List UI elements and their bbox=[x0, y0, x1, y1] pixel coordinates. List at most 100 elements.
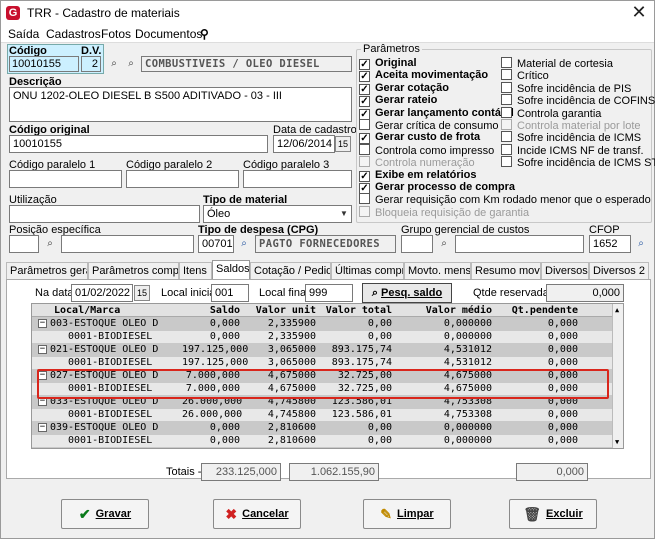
cod-par3-field[interactable] bbox=[243, 170, 352, 188]
param-checkbox[interactable]: ✓ Original bbox=[359, 57, 417, 70]
param-checkbox[interactable]: Gerar requisição com Km rodado menor que… bbox=[359, 193, 651, 206]
table-row[interactable]: 0001-BIODIESEL 197.125,000 3,065000 893.175… bbox=[32, 357, 612, 369]
table-row[interactable]: 0001-BIODIESEL 0,000 2,335900 0,00 0,000000 0… bbox=[32, 331, 612, 343]
binoculars-icon[interactable]: ⌕ bbox=[437, 238, 451, 250]
posicao-field[interactable] bbox=[9, 235, 39, 253]
param-checkbox[interactable]: ✓ Gerar lançamento contábil bbox=[359, 107, 514, 120]
search-icon[interactable]: ⚲ bbox=[200, 27, 209, 41]
grupo-custos-field[interactable] bbox=[401, 235, 433, 253]
param-checkbox[interactable]: Sofre incidência de COFINS bbox=[501, 94, 655, 107]
tab-9[interactable]: Diversos 2 bbox=[589, 262, 649, 280]
menu-documentos[interactable]: Documentos bbox=[135, 27, 202, 41]
gravar-label: Gravar bbox=[95, 508, 132, 520]
tipo-material-select[interactable]: Óleo bbox=[203, 205, 352, 223]
tab-3[interactable]: Saldos bbox=[212, 260, 250, 280]
param-label: Sofre incidência de ICMS bbox=[517, 132, 642, 145]
data-cadastro-field[interactable]: 12/06/2014 bbox=[273, 135, 335, 153]
table-row[interactable]: 0001-BIODIESEL 26.000,000 4,745800 123.586,… bbox=[32, 409, 612, 421]
row-unit: 2,810600 bbox=[267, 435, 316, 446]
collapse-icon[interactable]: − bbox=[38, 319, 47, 328]
codigo-original-field[interactable]: 10010155 bbox=[9, 135, 268, 153]
param-label: Material de cortesia bbox=[517, 58, 613, 70]
excluir-button[interactable]: 🗑 Excluir bbox=[509, 499, 597, 529]
close-icon[interactable]: ✕ bbox=[627, 2, 651, 22]
scroll-down-icon[interactable]: ▼ bbox=[615, 438, 619, 446]
descricao-field[interactable]: ONU 1202-OLEO DIESEL B S500 ADITIVADO - … bbox=[9, 87, 352, 122]
grid-scrollbar[interactable]: ▲ ▼ bbox=[612, 304, 623, 448]
param-checkbox[interactable]: Sofre incidência de ICMS ST bbox=[501, 156, 655, 169]
param-checkbox[interactable]: Crítico bbox=[501, 69, 549, 82]
binoculars-icon[interactable]: ⌕ bbox=[107, 58, 121, 70]
row-total: 0,00 bbox=[367, 422, 392, 433]
binoculars-icon[interactable]: ⌕ bbox=[43, 238, 57, 250]
app-logo-icon: G bbox=[6, 6, 20, 20]
chevron-down-icon[interactable]: ▼ bbox=[337, 206, 351, 222]
row-saldo: 0,000 bbox=[209, 422, 240, 433]
cancelar-button[interactable]: ✖ Cancelar bbox=[213, 499, 301, 529]
local-inicial-field[interactable]: 001 bbox=[211, 284, 249, 302]
table-row[interactable]: −003-ESTOQUE OLEO D 0,000 2,335900 0,00 0,00… bbox=[32, 318, 612, 330]
broom-icon: ✎ bbox=[380, 506, 393, 522]
table-row[interactable]: −039-ESTOQUE OLEO D 0,000 2,810600 0,00 0,00… bbox=[32, 422, 612, 434]
row-saldo: 0,000 bbox=[209, 435, 240, 446]
tab-5[interactable]: Últimas compras bbox=[331, 262, 404, 280]
window-title: TRR - Cadastro de materiais bbox=[27, 6, 180, 20]
param-checkbox[interactable]: Controla garantia bbox=[501, 106, 601, 120]
gravar-button[interactable]: ✔ Gravar bbox=[61, 499, 149, 529]
tab-7[interactable]: Resumo movto. bbox=[471, 262, 541, 280]
table-row[interactable]: 0001-BIODIESEL 0,000 2,810600 0,00 0,000000 0… bbox=[32, 435, 612, 447]
binoculars-icon[interactable]: ⌕ bbox=[124, 58, 138, 70]
dv-field[interactable]: 2 bbox=[81, 56, 101, 72]
row-medio: 4,753308 bbox=[443, 409, 492, 420]
checkbox-icon bbox=[359, 205, 370, 217]
cod-par2-field[interactable] bbox=[126, 170, 239, 188]
param-checkbox[interactable]: Material de cortesia bbox=[501, 57, 613, 70]
menu-cadastros[interactable]: Cadastros bbox=[46, 27, 101, 41]
param-checkbox[interactable]: Gerar crítica de consumo bbox=[359, 119, 499, 132]
param-checkbox[interactable]: Sofre incidência de PIS bbox=[501, 81, 631, 95]
na-data-label: Na data bbox=[35, 287, 74, 299]
param-checkbox[interactable]: Sofre incidência de ICMS bbox=[501, 131, 641, 144]
na-data-field[interactable]: 01/02/2022 bbox=[71, 284, 133, 302]
cod-par1-field[interactable] bbox=[9, 170, 122, 188]
limpar-button[interactable]: ✎ Limpar bbox=[363, 499, 451, 529]
binoculars-icon[interactable]: ⌕ bbox=[237, 238, 251, 250]
checkmark-icon: ✓ bbox=[359, 133, 370, 145]
row-pend: 0,000 bbox=[547, 435, 578, 446]
table-row[interactable]: −021-ESTOQUE OLEO D 197.125,000 3,065000 89… bbox=[32, 344, 612, 356]
param-checkbox[interactable]: ✓ Gerar processo de compra bbox=[359, 181, 515, 194]
binoculars-icon[interactable]: ⌕ bbox=[634, 238, 648, 250]
param-checkbox[interactable]: ✓ Gerar rateio bbox=[359, 94, 437, 108]
tab-8[interactable]: Diversos bbox=[541, 262, 589, 280]
tab-6[interactable]: Movto. mensal bbox=[404, 262, 471, 280]
tab-0[interactable]: Parâmetros gerais bbox=[6, 262, 88, 280]
param-checkbox[interactable]: ✓ Aceita movimentação bbox=[359, 69, 488, 83]
param-checkbox[interactable]: ✓ Gerar custo de frota bbox=[359, 131, 480, 145]
pesq-saldo-button[interactable]: ⌕ Pesq. saldo bbox=[362, 283, 452, 303]
row-local: 021-ESTOQUE OLEO D bbox=[50, 344, 159, 355]
tipo-despesa-code[interactable]: 00701 bbox=[198, 235, 234, 253]
checkbox-icon bbox=[501, 119, 512, 130]
collapse-icon[interactable]: − bbox=[38, 345, 47, 354]
menu-fotos[interactable]: Fotos bbox=[101, 27, 131, 41]
tab-1[interactable]: Parâmetros compras bbox=[88, 262, 179, 280]
tab-4[interactable]: Cotação / Pedido bbox=[250, 262, 331, 280]
tab-2[interactable]: Itens bbox=[179, 262, 212, 280]
utilizacao-field[interactable] bbox=[9, 205, 200, 223]
cfop-field[interactable]: 1652 bbox=[589, 235, 631, 253]
param-checkbox[interactable]: Incide ICMS NF de transf. bbox=[501, 143, 644, 157]
row-unit: 3,065000 bbox=[267, 344, 316, 355]
scroll-up-icon[interactable]: ▲ bbox=[615, 306, 619, 314]
param-checkbox[interactable]: ✓ Gerar cotação bbox=[359, 82, 449, 95]
calendar-icon[interactable]: 15 bbox=[335, 136, 351, 152]
param-checkbox[interactable]: Controla como impresso bbox=[359, 143, 494, 157]
col-valor-medio: Valor médio bbox=[425, 305, 492, 316]
param-label: Gerar cotação bbox=[375, 81, 449, 94]
menu-saida[interactable]: Saída bbox=[8, 27, 39, 41]
codigo-field[interactable]: 10010155 bbox=[9, 56, 79, 72]
collapse-icon[interactable]: − bbox=[38, 423, 47, 432]
param-checkbox[interactable]: ✓ Exibe em relatórios bbox=[359, 169, 477, 182]
param-label: Gerar requisição com Km rodado menor que… bbox=[375, 194, 651, 207]
local-final-field[interactable]: 999 bbox=[305, 284, 353, 302]
calendar-icon[interactable]: 15 bbox=[134, 285, 150, 301]
